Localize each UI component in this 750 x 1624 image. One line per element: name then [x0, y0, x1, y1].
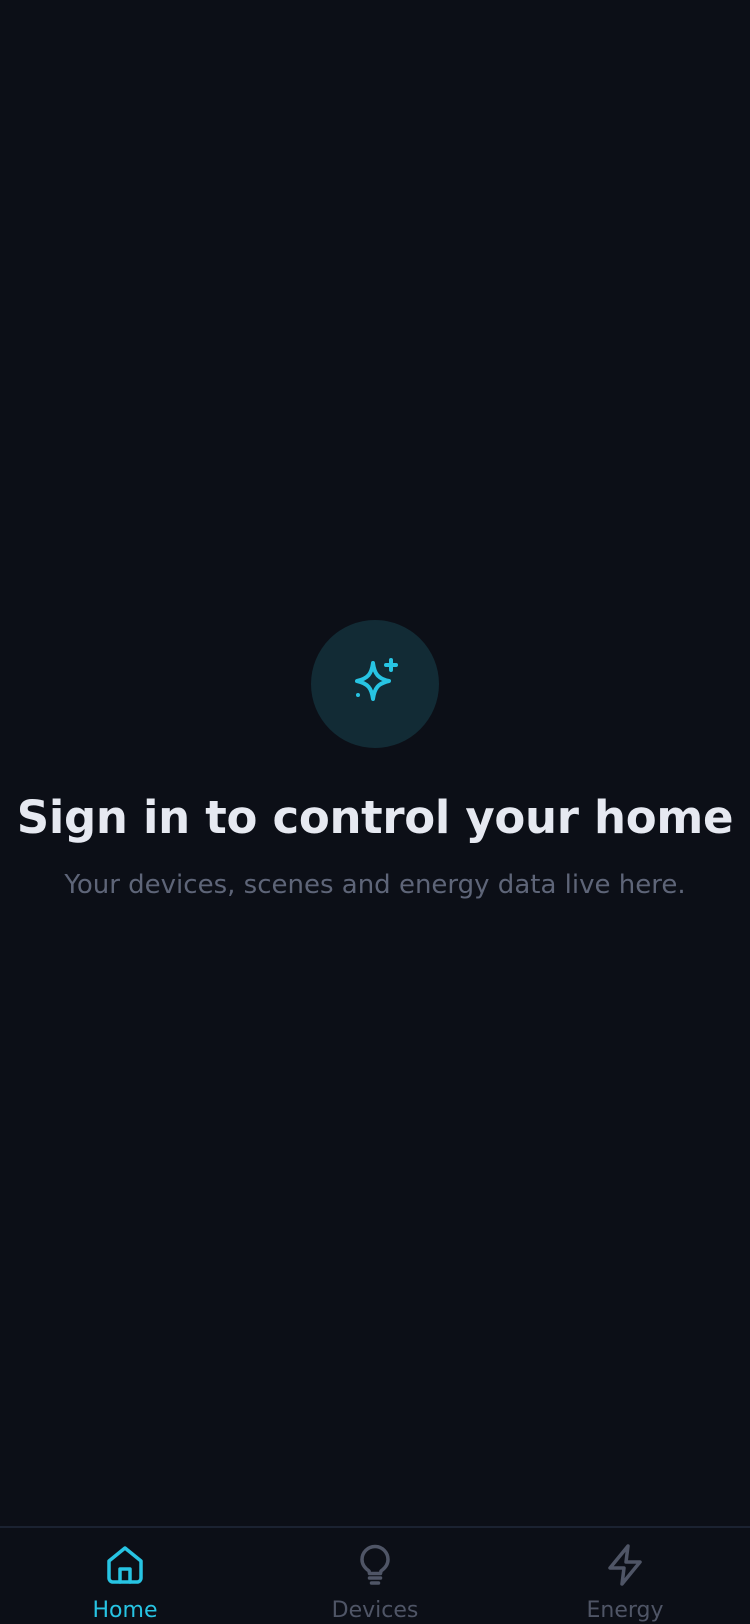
tab-home-label: Home — [92, 1598, 158, 1623]
tab-energy-label: Energy — [586, 1598, 664, 1623]
tab-home[interactable]: Home — [0, 1528, 250, 1624]
signed-out-empty-state: Sign in to control your home Your device… — [0, 620, 750, 902]
tab-devices-label: Devices — [331, 1598, 419, 1623]
lightning-bolt-icon — [608, 1544, 642, 1586]
tab-devices[interactable]: Devices — [250, 1528, 500, 1624]
page-title: Sign in to control your home — [16, 791, 734, 844]
hero-icon-badge — [311, 620, 439, 748]
bottom-tab-bar: Home Devices Energy — [0, 1526, 750, 1624]
sparkles-icon — [355, 658, 398, 701]
home-icon — [107, 1546, 143, 1584]
page-subtitle: Your devices, scenes and energy data liv… — [64, 870, 686, 900]
tab-energy[interactable]: Energy — [500, 1528, 750, 1624]
lightbulb-icon — [360, 1544, 390, 1585]
